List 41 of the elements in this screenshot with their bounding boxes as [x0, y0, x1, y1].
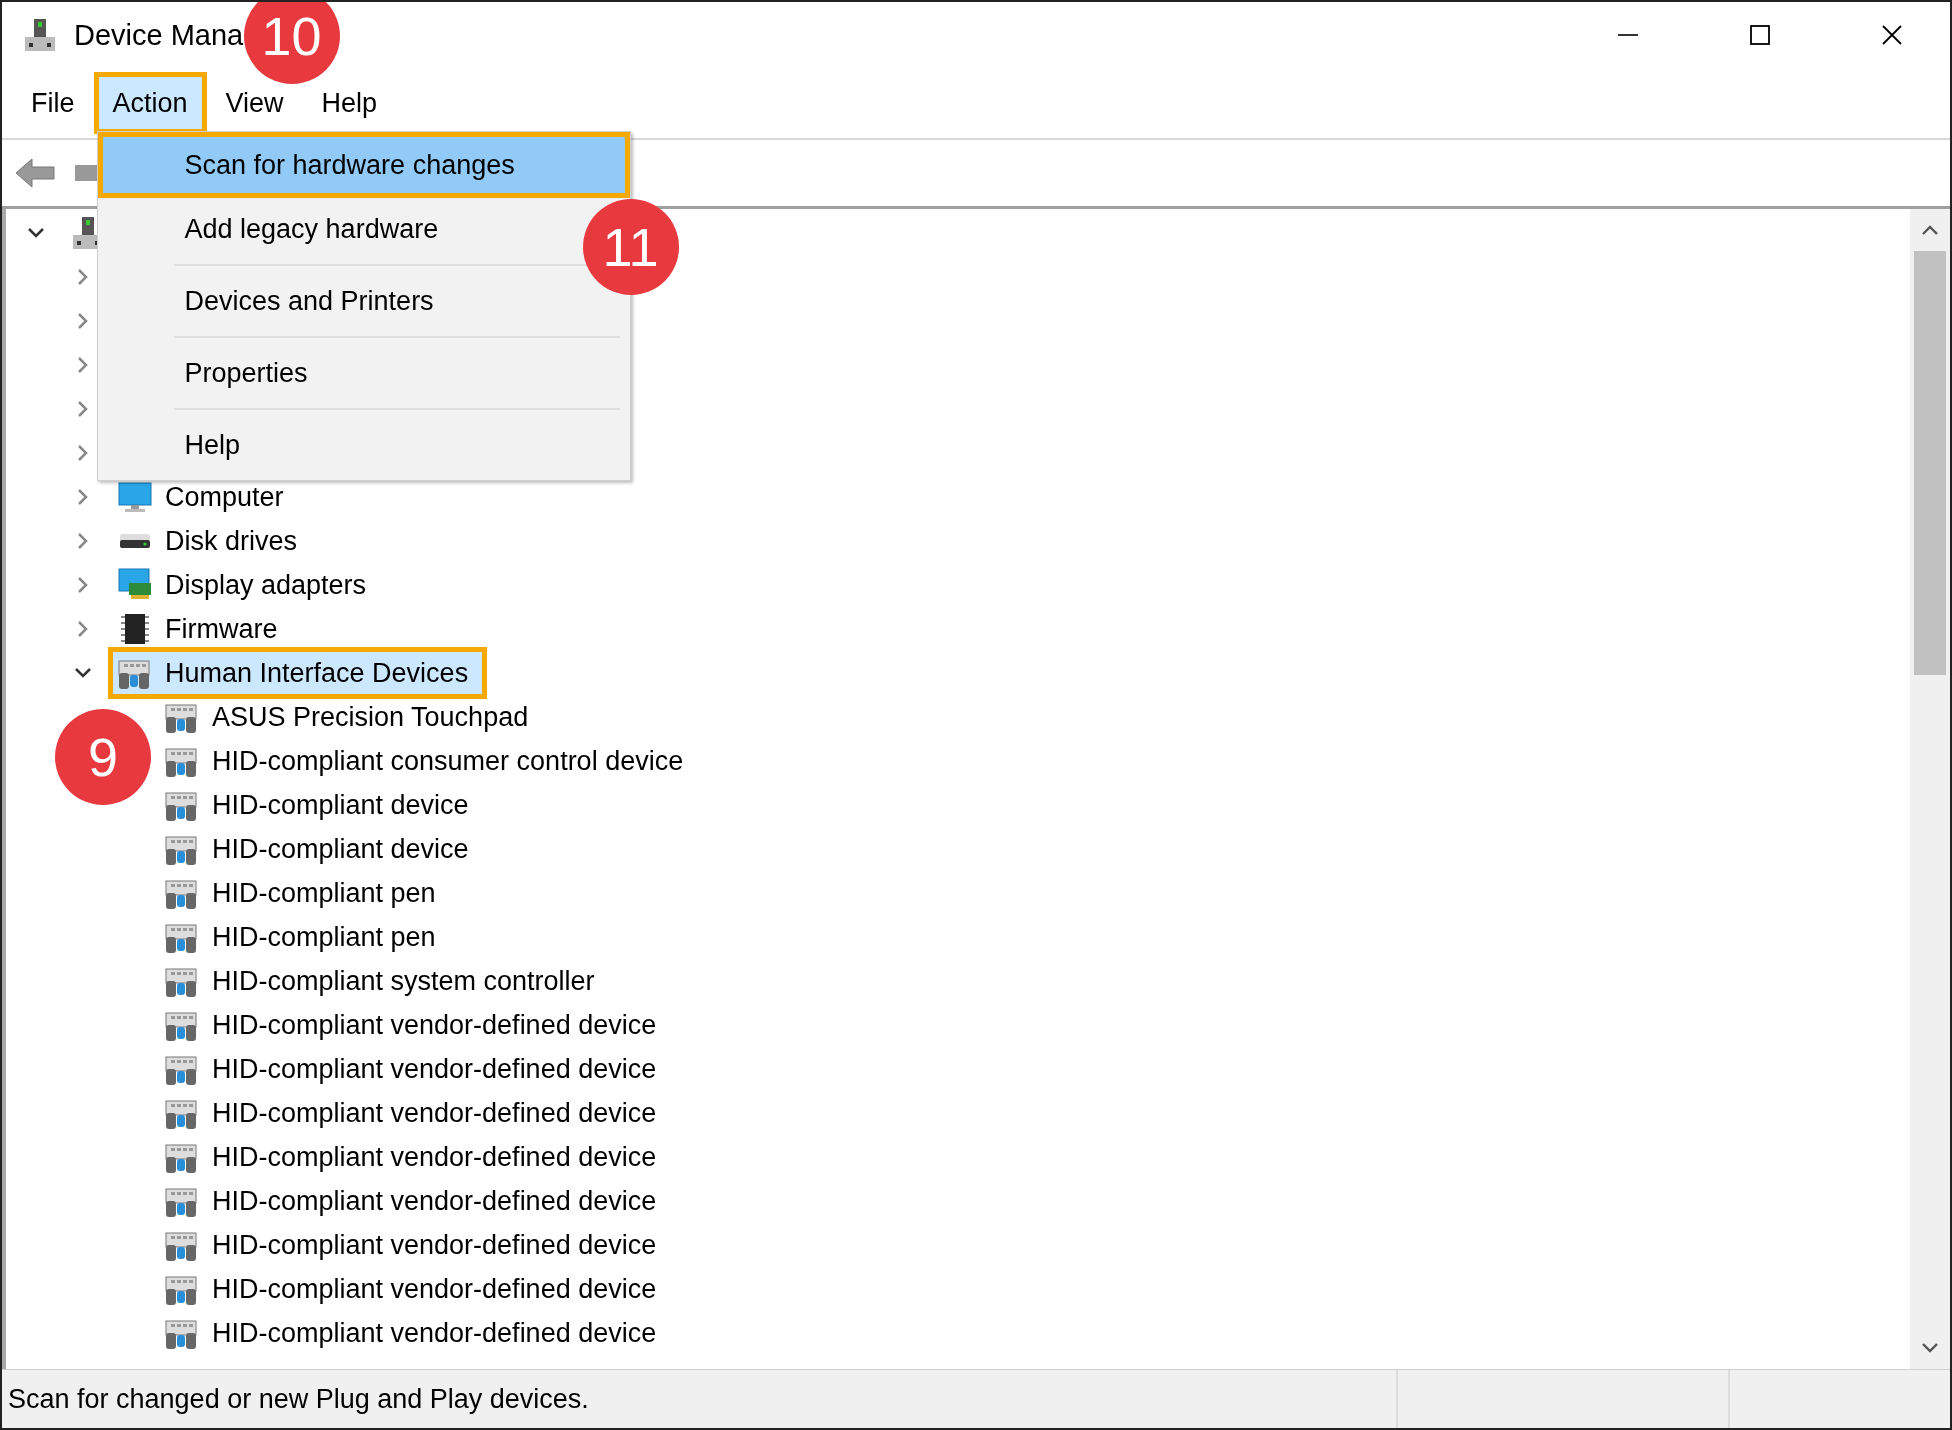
close-icon [1881, 24, 1903, 46]
tree-item[interactable]: HID-compliant vendor-defined device [155, 1314, 676, 1352]
tree-item[interactable]: HID-compliant device [155, 786, 488, 824]
menu-item[interactable]: Action [93, 72, 207, 134]
tree-item[interactable]: HID-compliant pen [155, 918, 455, 956]
callout-badge: 9 [55, 709, 151, 805]
tree-item[interactable]: HID-compliant vendor-defined device [155, 1182, 676, 1220]
tree-item[interactable]: Human Interface Devices [108, 647, 488, 699]
menu-option[interactable]: Add legacy hardware [97, 198, 456, 260]
tree-item[interactable]: HID-compliant system controller [155, 962, 614, 1000]
chevron-down-icon [1922, 1343, 1938, 1353]
tree-item[interactable]: HID-compliant pen [155, 874, 455, 912]
callout-badge: 11 [582, 199, 679, 295]
status-text: Scan for changed or new Plug and Play devices. [7, 1382, 590, 1416]
tree-item[interactable]: Firmware [108, 610, 297, 648]
menu-item[interactable]: File [12, 72, 94, 134]
menu-option[interactable]: Properties [97, 342, 325, 404]
scrollbar-thumb[interactable] [1914, 251, 1946, 675]
scrollbar[interactable] [1910, 209, 1950, 1369]
monitor-icon [117, 479, 153, 515]
tree-item[interactable]: HID-compliant device [155, 830, 488, 868]
back-button[interactable] [14, 156, 56, 190]
tree-item[interactable]: HID-compliant vendor-defined device [155, 1270, 676, 1308]
tree-item[interactable]: Computer [108, 478, 303, 516]
disk-drive-icon [117, 532, 153, 550]
tree-item[interactable]: ASUS Precision Touchpad [155, 698, 548, 736]
tree-item[interactable]: HID-compliant vendor-defined device [155, 1138, 676, 1176]
computer-tower-icon [22, 17, 58, 53]
maximize-icon [1749, 24, 1771, 46]
window-title: Device Mana [74, 18, 244, 52]
tree-item[interactable]: HID-compliant vendor-defined device [155, 1006, 676, 1044]
tree-item[interactable]: HID-compliant vendor-defined device [155, 1226, 676, 1264]
tree-item[interactable]: HID-compliant vendor-defined device [155, 1050, 676, 1088]
minimize-icon [1617, 34, 1639, 36]
callout-badge: 10 [243, 2, 340, 84]
tree-item[interactable]: Disk drives [108, 522, 317, 560]
tree-item[interactable]: HID-compliant vendor-defined device [155, 1094, 676, 1132]
tree-item[interactable]: Display adapters [108, 566, 386, 604]
menu-option[interactable]: Help [97, 414, 258, 476]
tree-item[interactable]: HID-compliant consumer control device [155, 742, 703, 780]
chevron-up-icon [1922, 225, 1938, 235]
